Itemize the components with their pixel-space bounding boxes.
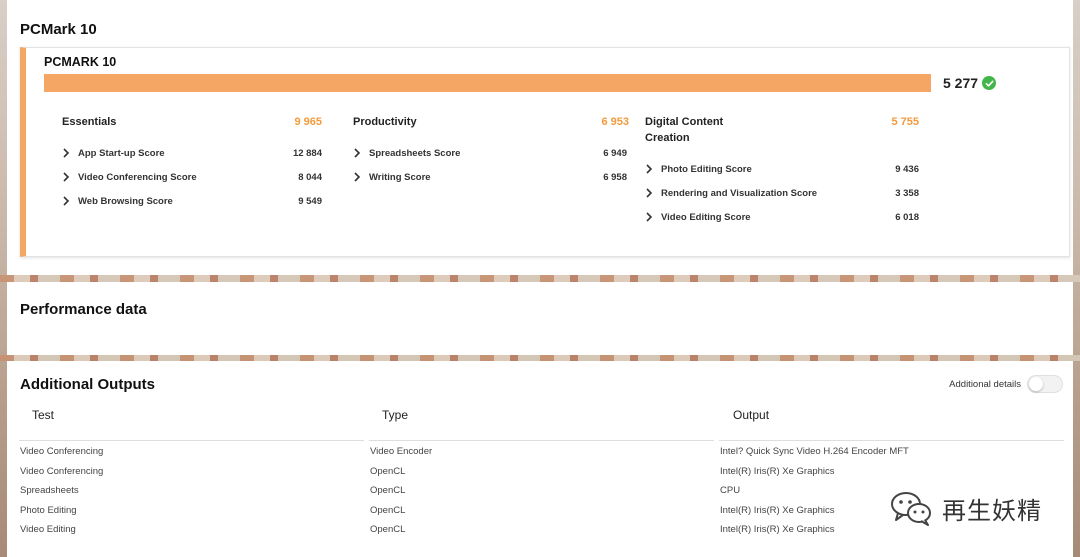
score-item-video-editing[interactable]: Video Editing Score 6 018 — [645, 205, 919, 229]
score-item-label: Video Conferencing Score — [78, 171, 197, 183]
additional-details-label: Additional details — [949, 378, 1021, 390]
table-cell: OpenCL — [370, 524, 406, 536]
score-item-value: 8 044 — [298, 171, 322, 183]
table-cell: Video Encoder — [370, 446, 433, 457]
chevron-right-icon — [646, 188, 653, 198]
additional-details-switch[interactable] — [1027, 375, 1063, 393]
chevron-right-icon — [63, 172, 70, 182]
group-score: 5 755 — [891, 116, 919, 128]
group-name: Digital Content Creation — [645, 116, 724, 144]
table-cell: Intel? Quick Sync Video H.264 Encoder MF… — [720, 446, 909, 457]
total-score-bar — [44, 74, 931, 92]
check-circle-icon — [982, 76, 997, 90]
column-header-type: Type — [382, 408, 409, 422]
chevron-right-icon — [63, 148, 70, 158]
table-cell: CPU — [720, 485, 741, 497]
table-cell: Video Conferencing — [20, 446, 104, 457]
score-item-value: 9 549 — [298, 195, 322, 207]
total-score: 5 277 — [943, 75, 997, 91]
table-cell: Intel(R) Iris(R) Xe Graphics — [720, 465, 835, 477]
total-score-bar-fill — [44, 74, 931, 92]
table-cell: Intel(R) Iris(R) Xe Graphics — [720, 504, 835, 516]
score-item-app-startup[interactable]: App Start-up Score 12 884 — [62, 141, 322, 165]
wechat-icon — [891, 492, 931, 526]
table-cell: Spreadsheets — [20, 485, 79, 497]
group-score: 9 965 — [294, 116, 322, 128]
table-cell: Photo Editing — [20, 504, 77, 516]
additional-outputs-panel: Additional Outputs Additional details Te… — [7, 361, 1073, 557]
score-item-value: 12 884 — [292, 147, 322, 159]
score-item-label: Rendering and Visualization Score — [661, 187, 818, 199]
group-essentials: Essentials 9 965 App Start-up Score 12 8… — [62, 114, 322, 213]
table-cell: OpenCL — [370, 504, 406, 516]
watermark: 再生妖精 — [890, 490, 1042, 526]
group-name: Productivity — [353, 116, 417, 128]
pcmark-panel-title: PCMark 10 — [20, 21, 97, 38]
score-item-spreadsheets[interactable]: Spreadsheets Score 6 949 — [353, 141, 627, 165]
score-item-label: Writing Score — [369, 171, 431, 183]
performance-panel: Performance data — [7, 282, 1073, 355]
toggle-knob — [1029, 377, 1043, 391]
score-item-label: App Start-up Score — [78, 147, 165, 159]
column-divider — [719, 440, 1064, 441]
score-item-value: 6 018 — [895, 211, 919, 223]
background-strip-top — [0, 275, 1080, 282]
column-divider — [19, 440, 364, 441]
table-cell: Intel(R) Iris(R) Xe Graphics — [720, 524, 835, 536]
table-cell: Video Conferencing — [20, 465, 104, 477]
score-item-rendering[interactable]: Rendering and Visualization Score 3 358 — [645, 181, 919, 205]
chevron-right-icon — [646, 164, 653, 174]
chevron-right-icon — [354, 172, 361, 182]
group-digital-content-creation: Digital Content Creation 5 755 Photo Edi… — [645, 114, 919, 229]
additional-details-toggle: Additional details — [949, 375, 1063, 393]
score-item-video-conferencing[interactable]: Video Conferencing Score 8 044 — [62, 165, 322, 189]
total-score-value: 5 277 — [943, 75, 979, 91]
group-name: Essentials — [62, 116, 117, 128]
score-item-label: Video Editing Score — [661, 211, 751, 223]
score-item-label: Photo Editing Score — [661, 163, 752, 175]
score-item-value: 9 436 — [895, 163, 919, 175]
score-item-label: Web Browsing Score — [78, 195, 173, 207]
column-header-output: Output — [733, 408, 770, 422]
score-item-value: 6 958 — [603, 171, 627, 183]
score-item-web-browsing[interactable]: Web Browsing Score 9 549 — [62, 189, 322, 213]
performance-panel-title: Performance data — [20, 301, 147, 318]
chevron-right-icon — [354, 148, 361, 158]
group-productivity: Productivity 6 953 Spreadsheets Score 6 … — [353, 114, 629, 189]
score-item-photo-editing[interactable]: Photo Editing Score 9 436 — [645, 157, 919, 181]
watermark-text: 再生妖精 — [942, 496, 1042, 525]
score-item-value: 3 358 — [895, 187, 919, 199]
score-item-value: 6 949 — [603, 147, 627, 159]
chevron-right-icon — [63, 196, 70, 206]
score-item-label: Spreadsheets Score — [369, 147, 461, 159]
group-score: 6 953 — [601, 116, 629, 128]
score-card-title: PCMARK 10 — [44, 55, 117, 69]
column-divider — [369, 440, 714, 441]
pcmark-score-card: PCMARK 10 5 277 Essentials 9 965 App Sta… — [20, 47, 1070, 257]
pcmark-panel: PCMark 10 PCMARK 10 5 277 Essentials 9 9… — [7, 0, 1073, 275]
chevron-right-icon — [646, 212, 653, 222]
table-cell: OpenCL — [370, 485, 406, 497]
table-cell: Video Editing — [20, 524, 76, 536]
score-item-writing[interactable]: Writing Score 6 958 — [353, 165, 627, 189]
table-cell: OpenCL — [370, 465, 406, 477]
column-header-test: Test — [32, 408, 55, 422]
additional-outputs-title: Additional Outputs — [20, 376, 155, 393]
